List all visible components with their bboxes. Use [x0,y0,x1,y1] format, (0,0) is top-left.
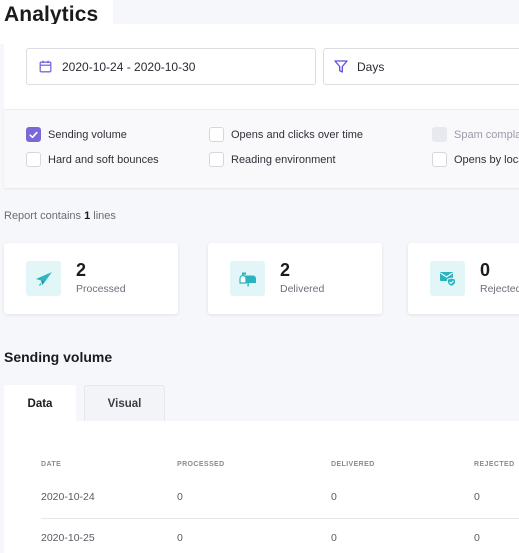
filter-icon [334,60,348,74]
report-prefix: Report contains [4,210,85,222]
checkbox[interactable] [209,152,224,167]
tab-visual[interactable]: Visual [84,385,165,422]
row-divider [41,518,519,519]
column-header-date: DATE [41,461,62,468]
mailbox-icon [230,261,265,296]
option-opens-by-location[interactable]: Opens by loca [432,152,519,167]
report-suffix: lines [90,210,116,222]
calendar-icon [38,60,52,74]
cell-processed: 0 [177,491,183,503]
option-opens-clicks[interactable]: Opens and clicks over time [209,127,363,142]
option-reading-environment[interactable]: Reading environment [209,152,336,167]
option-label: Opens and clicks over time [231,128,364,141]
cell-date: 2020-10-25 [41,532,95,544]
stat-value: 0 [480,260,491,280]
cell-processed: 0 [177,532,183,544]
stat-card-processed: 2 Processed [4,243,178,314]
option-label: Sending volume [48,128,127,141]
checkbox[interactable] [26,152,41,167]
checkbox-disabled [432,127,447,142]
stat-value: 2 [280,260,291,280]
checkbox[interactable] [209,127,224,142]
report-summary: Report contains 1 lines [4,210,116,222]
date-range-value: 2020-10-24 - 2020-10-30 [62,59,196,74]
stat-value: 2 [76,260,87,280]
option-hard-soft-bounces[interactable]: Hard and soft bounces [26,152,159,167]
cell-rejected: 0 [474,532,480,544]
option-sending-volume[interactable]: Sending volume [26,127,127,142]
report-options-panel [4,109,519,188]
option-spam-complaints: Spam compla [432,127,519,142]
column-header-rejected: REJECTED [474,461,515,468]
stat-label: Rejected [480,283,519,295]
section-title: Sending volume [4,349,113,365]
tab-data[interactable]: Data [4,385,76,422]
paper-plane-icon [26,261,61,296]
column-header-delivered: DELIVERED [331,461,375,468]
option-label: Reading environment [231,153,336,166]
option-label: Spam compla [454,128,519,141]
cell-delivered: 0 [331,491,337,503]
option-label: Hard and soft bounces [48,153,159,166]
stat-card-delivered: 2 Delivered [208,243,382,314]
stat-card-rejected: 0 Rejected [408,243,519,314]
stat-label: Processed [76,283,126,295]
checkbox[interactable] [432,152,447,167]
option-label: Opens by loca [454,153,519,166]
cell-date: 2020-10-24 [41,491,95,503]
grouping-value: Days [357,59,385,74]
checkbox-checked[interactable] [26,127,41,142]
column-header-processed: PROCESSED [177,461,225,468]
shielded-mail-icon [430,261,465,296]
cell-rejected: 0 [474,491,480,503]
stat-label: Delivered [280,283,325,295]
grouping-select[interactable]: Days [323,48,519,85]
date-range-picker[interactable]: 2020-10-24 - 2020-10-30 [26,48,316,85]
cell-delivered: 0 [331,532,337,544]
